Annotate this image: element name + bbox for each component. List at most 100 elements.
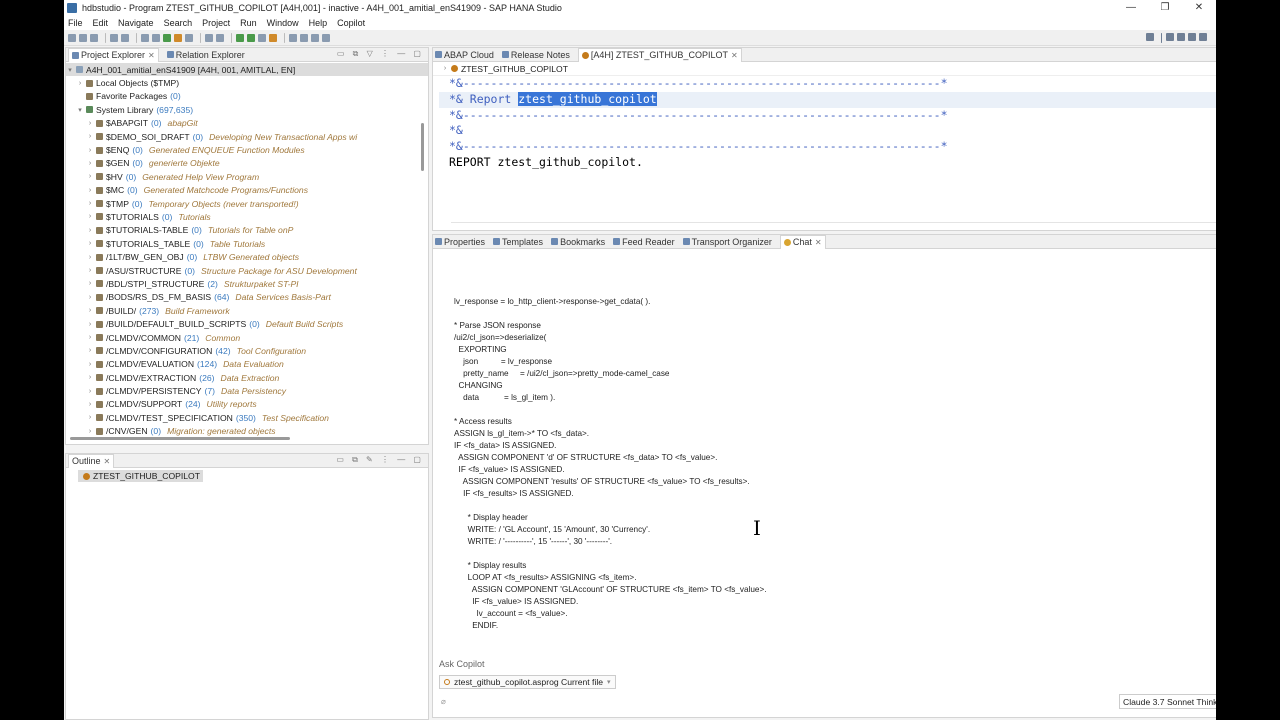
chevron-right-icon[interactable]: › (86, 401, 94, 408)
debug-perspective-icon[interactable] (1188, 33, 1196, 41)
context-file-chip[interactable]: ztest_github_copilot.asprog Current file… (439, 675, 616, 689)
external-tools-icon[interactable] (269, 33, 277, 42)
chevron-right-icon[interactable]: › (76, 80, 84, 87)
close-icon[interactable]: ✕ (815, 238, 822, 247)
tree-item-package[interactable]: › $TUTORIALS-TABLE (0) Tutorials for Table … (66, 224, 428, 237)
chevron-right-icon[interactable]: › (86, 361, 94, 368)
chevron-right-icon[interactable]: › (86, 173, 94, 180)
menu-window[interactable]: Window (267, 18, 299, 28)
tab-project-explorer[interactable]: Project Explorer ✕ (68, 48, 159, 62)
save-all-icon[interactable] (90, 33, 98, 42)
attach-icon[interactable]: ⌀ (441, 697, 446, 706)
tree-item-package[interactable]: › /CLMDV/CONFIGURATION (42) Tool Configurat… (66, 344, 428, 357)
tab-templates[interactable]: Templates (493, 237, 543, 247)
chevron-right-icon[interactable]: › (86, 374, 94, 381)
tree-item-package[interactable]: › $TUTORIALS (0) Tutorials (66, 210, 428, 223)
new-object-icon[interactable] (152, 33, 160, 42)
tree-item-package[interactable]: › /CLMDV/SUPPORT (24) Utility reports (66, 398, 428, 411)
ask-copilot-label[interactable]: Ask Copilot (439, 659, 485, 669)
outline-item[interactable]: ZTEST_GITHUB_COPILOT (78, 470, 203, 482)
tree-item-package[interactable]: › $TUTORIALS_TABLE (0) Table Tutorials (66, 237, 428, 250)
chevron-right-icon[interactable]: › (86, 334, 94, 341)
debug-icon[interactable] (247, 33, 255, 42)
minimize-button[interactable]: — (1114, 0, 1148, 16)
save-icon[interactable] (79, 33, 87, 42)
tree-root[interactable]: ▾ A4H_001_amitial_enS41909 [A4H, 001, AMI… (66, 63, 428, 77)
activate-icon[interactable] (174, 33, 182, 42)
chevron-right-icon[interactable]: › (86, 160, 94, 167)
chevron-right-icon[interactable]: › (86, 227, 94, 234)
chevron-right-icon[interactable]: › (86, 414, 94, 421)
tab-release-notes[interactable]: Release Notes (501, 50, 570, 60)
abap-project-icon[interactable] (141, 33, 149, 42)
tab-outline[interactable]: Outline ✕ (68, 453, 115, 468)
close-icon[interactable]: ✕ (104, 457, 111, 466)
tree-item-package[interactable]: › /ASU/STRUCTURE (0) Structure Package for … (66, 264, 428, 277)
tab-chat[interactable]: Chat ✕ (779, 234, 826, 249)
view-controls[interactable]: ▭ ⧉ ✎ ⋮ — ▢ (336, 455, 424, 465)
tree-item-package[interactable]: › $ENQ (0) Generated ENQUEUE Function Modul… (66, 143, 428, 156)
run-icon[interactable] (236, 33, 244, 42)
tree-item-package[interactable]: › /CLMDV/EVALUATION (124) Data Evaluation (66, 358, 428, 371)
tab-ztest-github-copilot[interactable]: [A4H] ZTEST_GITHUB_COPILOT ✕ (577, 47, 742, 62)
chevron-right-icon[interactable]: › (86, 187, 94, 194)
chevron-right-icon[interactable]: › (86, 294, 94, 301)
tree-item-package[interactable]: › /CLMDV/TEST_SPECIFICATION (350) Test Spec… (66, 411, 428, 424)
format-icon[interactable] (216, 33, 224, 42)
close-icon[interactable]: ✕ (731, 51, 738, 60)
tree-item-favorite-packages[interactable]: Favorite Packages (0) (66, 90, 428, 103)
chevron-right-icon[interactable]: › (86, 213, 94, 220)
forward-icon[interactable] (322, 33, 330, 42)
tree-item-package[interactable]: › $ABAPGIT (0) abapGit (66, 117, 428, 130)
check-icon[interactable] (163, 33, 171, 42)
menu-copilot[interactable]: Copilot (337, 18, 365, 28)
tree-item-package[interactable]: › /CLMDV/EXTRACTION (26) Data Extraction (66, 371, 428, 384)
menu-file[interactable]: File (68, 18, 83, 28)
chevron-right-icon[interactable]: › (86, 200, 94, 207)
model-select[interactable]: Claude 3.7 Sonnet Thinking▾ (1119, 694, 1216, 709)
close-button[interactable]: ✕ (1182, 0, 1216, 16)
tab-properties[interactable]: Properties (435, 237, 485, 247)
tree-item-package[interactable]: › $GEN (0) generierte Objekte (66, 157, 428, 170)
search-object-icon[interactable] (185, 33, 193, 42)
prev-annotation-icon[interactable] (300, 33, 308, 42)
tab-abap-cloud[interactable]: ABAP Cloud (435, 50, 494, 60)
chevron-right-icon[interactable]: › (86, 307, 94, 314)
tab-relation-explorer[interactable]: Relation Explorer (166, 50, 245, 60)
chevron-right-icon[interactable]: › (86, 388, 94, 395)
copilot-perspective-icon[interactable] (1199, 33, 1207, 41)
new-icon[interactable] (68, 33, 76, 42)
perspective-icon[interactable] (1166, 33, 1174, 41)
chevron-down-icon[interactable]: ▾ (66, 66, 74, 74)
search-icon[interactable] (1146, 33, 1154, 41)
view-controls[interactable]: ▭ ⧉ ▽ ⋮ — ▢ (337, 49, 424, 59)
tree-item-package[interactable]: › $TMP (0) Temporary Objects (never transpo… (66, 197, 428, 210)
explorer-vertical-scrollbar[interactable] (421, 123, 424, 171)
tree-item-package[interactable]: › /BUILD/(273) Build Framework (66, 304, 428, 317)
menu-project[interactable]: Project (202, 18, 230, 28)
menu-edit[interactable]: Edit (93, 18, 109, 28)
profile-icon[interactable] (258, 33, 266, 42)
redo-icon[interactable] (121, 33, 129, 42)
chevron-right-icon[interactable]: › (86, 321, 94, 328)
refresh-icon[interactable] (205, 33, 213, 42)
tree-item-local-objects[interactable]: › Local Objects ($TMP) (66, 76, 428, 89)
abap-perspective-icon[interactable] (1177, 33, 1185, 41)
chevron-right-icon[interactable]: › (86, 240, 94, 247)
menu-help[interactable]: Help (309, 18, 328, 28)
back-icon[interactable] (311, 33, 319, 42)
next-annotation-icon[interactable] (289, 33, 297, 42)
menu-navigate[interactable]: Navigate (118, 18, 154, 28)
tree-item-package[interactable]: › /1LT/BW_GEN_OBJ (0) LTBW Generated object… (66, 250, 428, 263)
editor-horizontal-scrollbar[interactable] (451, 222, 1216, 227)
chevron-right-icon[interactable]: › (86, 120, 94, 127)
tree-item-system-library[interactable]: ▾ System Library (697,635) (66, 103, 428, 116)
chevron-down-icon[interactable]: ▾ (607, 678, 611, 686)
tree-item-package[interactable]: › /BODS/RS_DS_FM_BASIS (64) Data Services B… (66, 291, 428, 304)
chevron-right-icon[interactable]: › (86, 133, 94, 140)
chevron-right-icon[interactable]: › (86, 267, 94, 274)
chevron-right-icon[interactable]: › (86, 280, 94, 287)
menu-run[interactable]: Run (240, 18, 257, 28)
tab-bookmarks[interactable]: Bookmarks (551, 237, 605, 247)
close-icon[interactable]: ✕ (148, 51, 155, 60)
